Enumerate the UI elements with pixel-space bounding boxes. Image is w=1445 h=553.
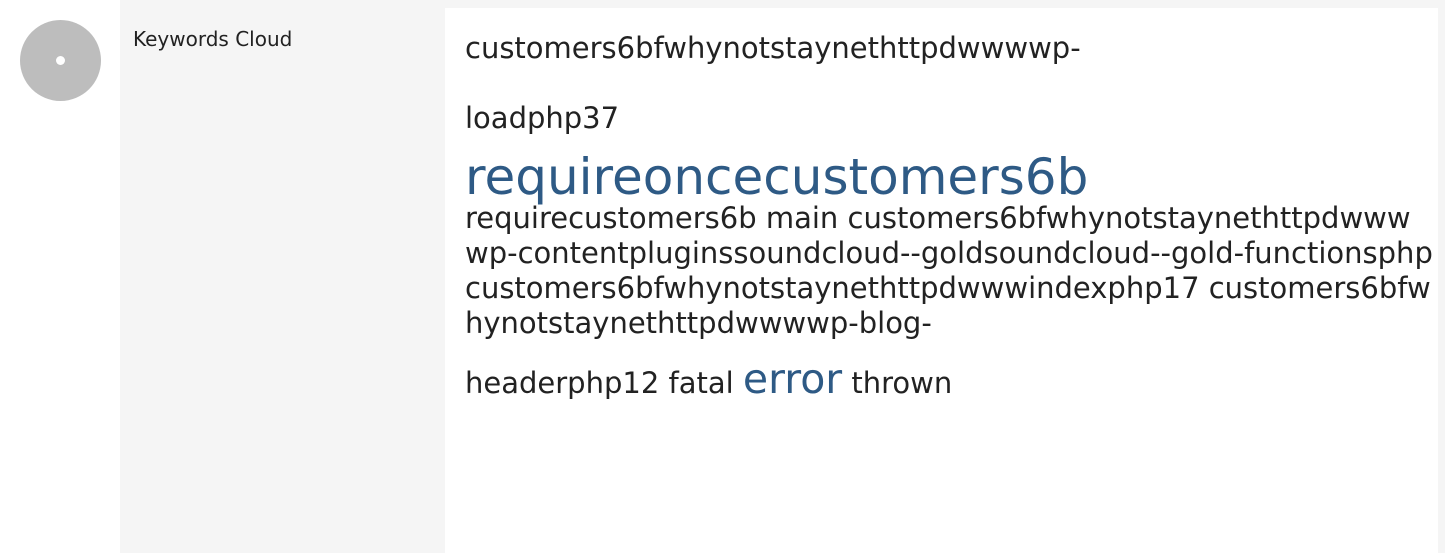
keyword-line-1: customers6bfwhynotstaynethttpdwwwwp- — [465, 31, 1081, 65]
keyword-tail-before: headerphp12 fatal — [465, 366, 734, 400]
circle-dot-icon — [20, 20, 101, 101]
keyword-last-line: headerphp12 fatal error thrown — [465, 359, 1433, 401]
keyword-line-2: loadphp37 — [465, 101, 620, 135]
right-edge-band — [1438, 0, 1445, 553]
content-top-band — [445, 0, 1438, 8]
circle-dot-center — [56, 56, 65, 65]
keyword-tail-after: thrown — [851, 366, 953, 400]
keywords-cloud: customers6bfwhynotstaynethttpdwwwwp- loa… — [465, 30, 1433, 401]
section-label: Keywords Cloud — [133, 27, 293, 51]
keyword-large: requireoncecustomers6b — [465, 148, 1089, 206]
keyword-block: requirecustomers6b main customers6bfwhyn… — [465, 201, 1433, 340]
status-icon-column — [0, 0, 120, 553]
keywords-cloud-row: Keywords Cloud customers6bfwhynotstaynet… — [0, 0, 1445, 553]
keyword-medium: error — [742, 355, 843, 403]
